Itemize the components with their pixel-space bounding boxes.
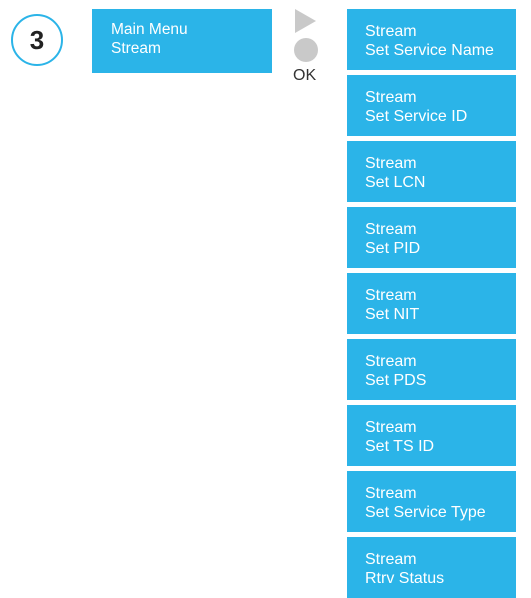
submenu-item-label: Set Service Type (365, 504, 486, 521)
submenu-item-set-lcn: Stream Set LCN (347, 141, 516, 202)
submenu-item-label: Set Service Name (365, 42, 494, 59)
main-menu-title: Main Menu (111, 21, 188, 38)
main-menu-subtitle: Stream (111, 40, 161, 57)
submenu-item-set-ts-id: Stream Set TS ID (347, 405, 516, 466)
submenu-item-set-service-name: Stream Set Service Name (347, 9, 516, 70)
submenu-item-set-nit: Stream Set NIT (347, 273, 516, 334)
step-number-badge: 3 (11, 14, 63, 66)
submenu-item-category: Stream (365, 23, 417, 40)
submenu-item-category: Stream (365, 419, 417, 436)
submenu-item-label: Set PID (365, 240, 421, 257)
submenu-item-label: Set NIT (365, 306, 420, 323)
submenu-item-category: Stream (365, 551, 417, 568)
submenu-item-set-pid: Stream Set PID (347, 207, 516, 268)
submenu-item-category: Stream (365, 89, 417, 106)
submenu-list: Stream Set Service Name Stream Set Servi… (347, 9, 516, 598)
submenu-item-set-pds: Stream Set PDS (347, 339, 516, 400)
main-menu-box: Main Menu Stream (92, 9, 272, 73)
play-triangle-icon (295, 9, 316, 33)
submenu-item-category: Stream (365, 287, 417, 304)
submenu-item-set-service-type: Stream Set Service Type (347, 471, 516, 532)
submenu-item-set-service-id: Stream Set Service ID (347, 75, 516, 136)
ok-label: OK (293, 67, 317, 84)
circle-button-icon (294, 38, 318, 62)
submenu-item-category: Stream (365, 485, 417, 502)
submenu-item-rtrv-status: Stream Rtrv Status (347, 537, 516, 598)
submenu-item-label: Set LCN (365, 174, 426, 191)
submenu-item-label: Set TS ID (365, 438, 435, 455)
submenu-item-label: Set PDS (365, 372, 427, 389)
submenu-item-label: Set Service ID (365, 108, 468, 125)
submenu-item-category: Stream (365, 155, 417, 172)
submenu-item-category: Stream (365, 353, 417, 370)
submenu-item-category: Stream (365, 221, 417, 238)
submenu-item-label: Rtrv Status (365, 570, 445, 587)
